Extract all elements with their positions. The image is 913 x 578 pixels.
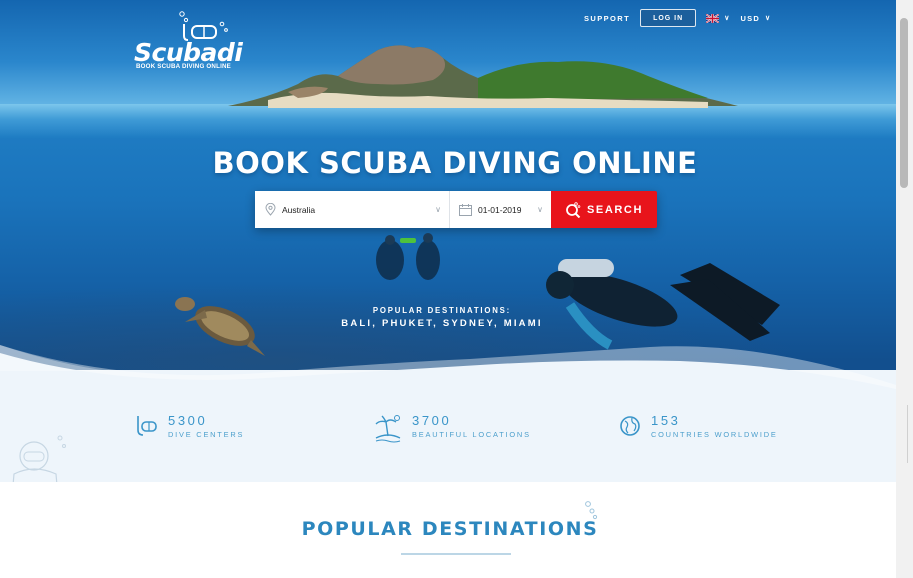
palm-island-icon bbox=[375, 415, 401, 443]
chevron-down-icon: ∨ bbox=[435, 205, 441, 214]
search-button-label: SEARCH bbox=[586, 203, 644, 216]
scrollbar-thumb[interactable] bbox=[900, 18, 908, 188]
page: Scubadi BOOK SCUBA DIVING ONLINE SUPPORT… bbox=[0, 0, 913, 578]
login-button[interactable]: LOG IN bbox=[640, 9, 697, 27]
brand-logo[interactable]: Scubadi BOOK SCUBA DIVING ONLINE bbox=[134, 10, 243, 72]
support-link[interactable]: SUPPORT bbox=[584, 14, 630, 23]
title-underline bbox=[401, 553, 511, 555]
snorkel-mask-icon bbox=[137, 416, 157, 436]
location-pin-icon bbox=[265, 203, 276, 216]
stat-countries: 153 COUNTRIES WORLDWIDE bbox=[619, 414, 778, 439]
stat-number: 153 bbox=[651, 413, 681, 428]
popular-destinations-list[interactable]: BALI, PHUKET, SYDNEY, MIAMI bbox=[0, 318, 884, 329]
chevron-down-icon: ∨ bbox=[764, 15, 772, 22]
date-field[interactable]: 01-01-2019 ∨ bbox=[450, 191, 551, 228]
stat-locations: 3700 BEAUTIFUL LOCATIONS bbox=[374, 414, 531, 444]
logo-tagline: BOOK SCUBA DIVING ONLINE bbox=[136, 63, 231, 70]
currency-selector[interactable]: USD ∨ bbox=[741, 14, 772, 23]
section-title: POPULAR DESTINATIONS bbox=[301, 518, 599, 540]
search-icon bbox=[566, 201, 581, 218]
stat-dive-centers: 5300 DIVE CENTERS bbox=[134, 414, 244, 439]
search-form: Australia ∨ 01-01-2019 ∨ SEARCH bbox=[255, 191, 657, 228]
globe-icon bbox=[620, 416, 640, 436]
wave-divider bbox=[0, 345, 896, 405]
currency-label: USD bbox=[740, 13, 760, 23]
island-image bbox=[228, 45, 738, 108]
diver-image bbox=[546, 259, 780, 350]
stat-number: 3700 bbox=[412, 413, 452, 428]
hero-title: BOOK SCUBA DIVING ONLINE bbox=[212, 146, 698, 180]
stat-number: 5300 bbox=[168, 413, 208, 428]
calendar-icon bbox=[459, 203, 472, 216]
date-value: 01-01-2019 bbox=[478, 204, 522, 215]
chevron-down-icon: ∨ bbox=[724, 15, 731, 22]
stat-label: DIVE CENTERS bbox=[168, 430, 245, 439]
hero-banner: Scubadi BOOK SCUBA DIVING ONLINE SUPPORT… bbox=[0, 0, 896, 400]
language-selector[interactable]: ∨ bbox=[706, 13, 731, 23]
stat-label: BEAUTIFUL LOCATIONS bbox=[412, 430, 531, 439]
side-divider bbox=[907, 405, 913, 463]
destination-field[interactable]: Australia ∨ bbox=[255, 191, 450, 228]
uk-flag-icon bbox=[706, 13, 720, 23]
search-button[interactable]: SEARCH bbox=[551, 191, 657, 228]
chevron-down-icon: ∨ bbox=[537, 205, 543, 214]
stat-label: COUNTRIES WORLDWIDE bbox=[651, 430, 778, 439]
popular-destinations-label: POPULAR DESTINATIONS: bbox=[372, 306, 512, 315]
destination-value: Australia bbox=[282, 204, 316, 215]
top-navigation: SUPPORT LOG IN ∨ USD ∨ bbox=[584, 8, 771, 28]
divers-group-image bbox=[376, 233, 440, 280]
